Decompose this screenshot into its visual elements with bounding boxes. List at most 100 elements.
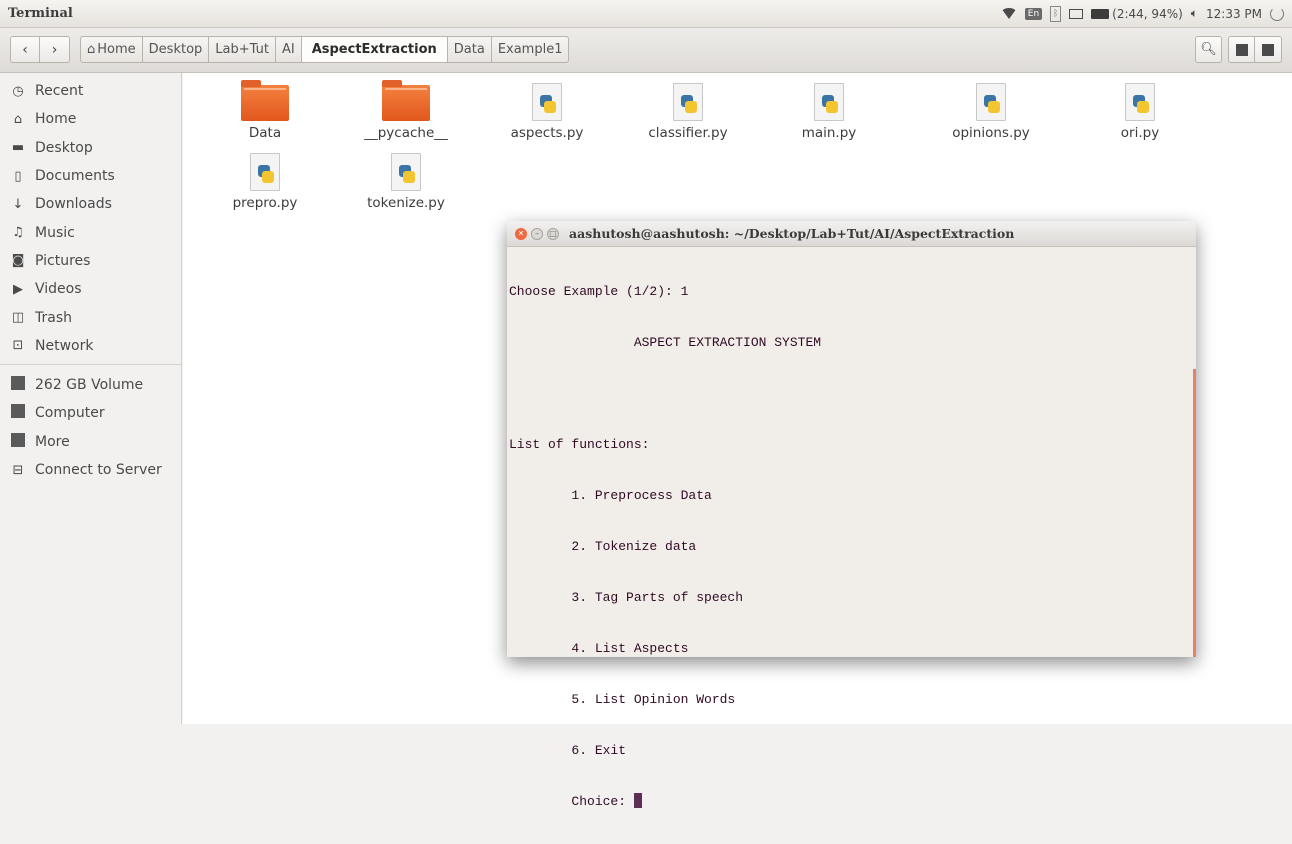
keyboard-layout-indicator[interactable]: En bbox=[1024, 7, 1043, 20]
server-icon: ⊟ bbox=[12, 462, 24, 478]
chevron-left-icon: ‹ bbox=[22, 41, 28, 58]
file-name: Data bbox=[248, 125, 282, 141]
minimize-window-button[interactable]: – bbox=[531, 227, 543, 240]
file-name: ori.py bbox=[1120, 125, 1160, 141]
sidebar-item-pictures[interactable]: ◙ Pictures bbox=[0, 247, 181, 275]
forward-button[interactable]: › bbox=[40, 36, 70, 63]
terminal-output[interactable]: Choose Example (1/2): 1 ASPECT EXTRACTIO… bbox=[507, 247, 1193, 809]
sidebar-item-label: Pictures bbox=[35, 252, 91, 269]
sidebar-item-label: Computer bbox=[35, 405, 105, 422]
clock[interactable]: 12:33 PM bbox=[1206, 7, 1262, 21]
python-file-icon bbox=[814, 83, 844, 121]
sidebar-item-volume[interactable]: 262 GB Volume bbox=[0, 371, 181, 399]
sidebar-item-label: Connect to Server bbox=[35, 462, 162, 478]
chevron-right-icon: › bbox=[51, 41, 58, 58]
file-item-python[interactable]: aspects.py bbox=[477, 83, 617, 141]
sidebar-item-desktop[interactable]: ▬ Desktop bbox=[0, 134, 181, 162]
sidebar-item-music[interactable]: ♫ Music bbox=[0, 218, 181, 246]
sidebar-item-recent[interactable]: ◷ Recent bbox=[0, 77, 181, 105]
python-file-icon bbox=[1125, 83, 1155, 121]
sidebar-item-label: Downloads bbox=[35, 196, 112, 213]
home-icon: ⌂ bbox=[13, 111, 23, 127]
sidebar-divider bbox=[0, 363, 181, 365]
music-icon: ♫ bbox=[12, 225, 24, 241]
battery-icon bbox=[1091, 9, 1110, 19]
view-toggle bbox=[1228, 36, 1282, 63]
folder-icon bbox=[382, 80, 430, 121]
file-item-python[interactable]: ori.py bbox=[1070, 83, 1210, 141]
python-file-icon bbox=[532, 83, 562, 121]
search-button[interactable]: 🔍︎ bbox=[1195, 36, 1222, 63]
breadcrumb-ai[interactable]: AI bbox=[275, 36, 302, 63]
sidebar-item-videos[interactable]: ▶ Videos bbox=[0, 275, 181, 303]
trash-icon: ◫ bbox=[11, 310, 25, 326]
sidebar-item-home[interactable]: ⌂ Home bbox=[0, 105, 181, 133]
python-file-icon bbox=[673, 83, 703, 121]
terminal-prompt-line[interactable]: Choice: bbox=[509, 793, 1193, 810]
sidebar-item-label: Documents bbox=[35, 168, 115, 185]
breadcrumb-lab-tut[interactable]: Lab+Tut bbox=[209, 36, 276, 63]
close-icon: ✕ bbox=[517, 228, 525, 238]
icon-view-button[interactable] bbox=[1228, 36, 1255, 63]
terminal-prompt: Choice: bbox=[509, 794, 634, 809]
file-name: __pycache__ bbox=[364, 125, 448, 141]
sidebar-item-downloads[interactable]: ↓ Downloads bbox=[0, 190, 181, 218]
sidebar-item-more[interactable]: More bbox=[0, 428, 181, 456]
file-item-python[interactable]: classifier.py bbox=[618, 83, 758, 141]
terminal-title: aashutosh@aashutosh: ~/Desktop/Lab+Tut/A… bbox=[569, 226, 1015, 241]
breadcrumb-example1[interactable]: Example1 bbox=[491, 36, 570, 63]
sidebar-item-connect-to-server[interactable]: ⊟ Connect to Server bbox=[0, 456, 181, 484]
terminal-line: ASPECT EXTRACTION SYSTEM bbox=[509, 335, 822, 350]
list-view-button[interactable] bbox=[1255, 36, 1282, 63]
maximize-window-button[interactable]: □ bbox=[547, 227, 559, 240]
file-item-python[interactable]: prepro.py bbox=[195, 153, 335, 211]
battery-indicator[interactable]: (2:44, 94%) bbox=[1091, 7, 1183, 21]
file-item-folder[interactable]: __pycache__ bbox=[336, 80, 476, 141]
breadcrumb-desktop[interactable]: Desktop bbox=[142, 36, 210, 63]
sidebar-item-trash[interactable]: ◫ Trash bbox=[0, 303, 181, 331]
file-name: aspects.py bbox=[510, 125, 584, 141]
sidebar-item-label: 262 GB Volume bbox=[35, 377, 144, 394]
breadcrumb-label: Home bbox=[97, 42, 136, 57]
breadcrumb-home[interactable]: ⌂ Home bbox=[80, 36, 143, 63]
drive-icon bbox=[10, 376, 26, 394]
close-window-button[interactable]: ✕ bbox=[515, 227, 527, 240]
breadcrumb-data[interactable]: Data bbox=[447, 36, 492, 63]
sidebar-item-documents[interactable]: ▯ Documents bbox=[0, 162, 181, 190]
terminal-titlebar[interactable]: ✕ – □ aashutosh@aashutosh: ~/Desktop/Lab… bbox=[507, 221, 1196, 247]
file-item-folder[interactable]: Data bbox=[195, 80, 335, 141]
breadcrumb-aspect-extraction[interactable]: AspectExtraction bbox=[301, 36, 448, 63]
terminal-line: List of functions: bbox=[509, 437, 650, 452]
sidebar-item-computer[interactable]: Computer bbox=[0, 399, 181, 427]
sidebar-item-label: Trash bbox=[35, 309, 72, 326]
sidebar-item-label: Recent bbox=[35, 83, 84, 100]
terminal-scrollbar[interactable] bbox=[1193, 369, 1196, 657]
terminal-line: 5. List Opinion Words bbox=[509, 692, 736, 707]
bluetooth-icon[interactable]: ᛒ bbox=[1050, 5, 1062, 22]
sidebar-item-label: Music bbox=[35, 224, 75, 241]
file-manager-toolbar: ‹ › ⌂ Home Desktop Lab+Tut AI AspectExtra… bbox=[0, 28, 1292, 73]
python-file-icon bbox=[976, 83, 1006, 121]
terminal-cursor bbox=[633, 793, 642, 808]
network-icon: ⊡ bbox=[12, 338, 24, 354]
terminal-window[interactable]: ✕ – □ aashutosh@aashutosh: ~/Desktop/Lab… bbox=[507, 221, 1196, 809]
file-name: main.py bbox=[801, 125, 857, 141]
file-item-python[interactable]: main.py bbox=[759, 83, 899, 141]
terminal-line: 3. Tag Parts of speech bbox=[509, 590, 744, 605]
python-file-icon bbox=[391, 153, 421, 191]
volume-icon[interactable]: 🔈︎ bbox=[1191, 6, 1198, 21]
home-icon: ⌂ bbox=[87, 42, 96, 57]
file-item-python[interactable]: tokenize.py bbox=[336, 153, 476, 211]
drive-icon bbox=[10, 432, 26, 451]
sidebar-item-network[interactable]: ⊡ Network bbox=[0, 332, 181, 360]
file-item-python[interactable]: opinions.py bbox=[921, 83, 1061, 141]
clock-icon: ◷ bbox=[12, 83, 24, 99]
system-tray: En ᛒ (2:44, 94%) 🔈︎ 12:33 PM bbox=[1000, 5, 1284, 22]
camera-icon: ◙ bbox=[11, 253, 25, 269]
mail-icon[interactable] bbox=[1069, 8, 1084, 19]
back-button[interactable]: ‹ bbox=[10, 36, 40, 63]
power-icon[interactable] bbox=[1270, 6, 1284, 21]
sidebar-item-label: Videos bbox=[35, 281, 82, 298]
sidebar-item-label: More bbox=[35, 433, 70, 450]
wifi-icon[interactable] bbox=[1000, 8, 1017, 19]
